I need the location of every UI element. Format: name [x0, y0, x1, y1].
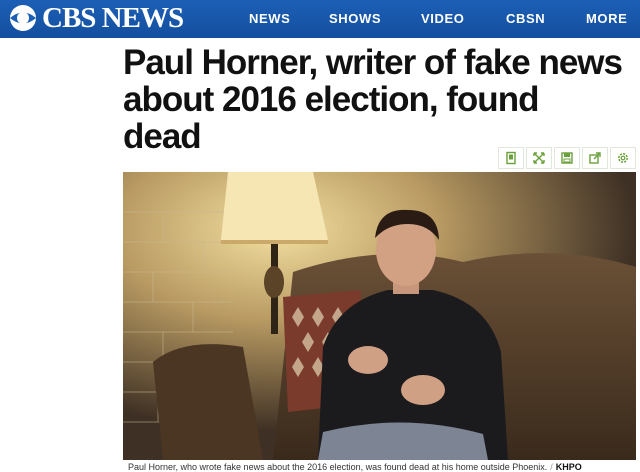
article-headline: Paul Horner, writer of fake news about 2…: [123, 43, 623, 156]
bookmark-button[interactable]: [498, 147, 524, 169]
settings-icon: [618, 153, 628, 163]
share-icon: [589, 152, 601, 164]
nav-item-shows[interactable]: SHOWS: [329, 11, 381, 26]
cbs-news-logo[interactable]: CBS NEWS: [8, 2, 184, 34]
settings-button[interactable]: [610, 147, 636, 169]
cbs-eye-icon: [10, 5, 36, 31]
nav-item-cbsn[interactable]: CBSN: [506, 11, 545, 26]
top-navigation-bar: CBS NEWS NEWS SHOWS VIDEO CBSN MORE: [0, 0, 640, 38]
brand-name: CBS NEWS: [42, 2, 184, 34]
expand-button[interactable]: [526, 147, 552, 169]
save-icon: [561, 152, 573, 164]
share-toolbar: [498, 147, 636, 171]
article-photo[interactable]: [123, 172, 636, 460]
save-button[interactable]: [554, 147, 580, 169]
interview-photo: [123, 172, 636, 460]
caption-text: Paul Horner, who wrote fake news about t…: [128, 462, 548, 472]
caption-separator: /: [550, 462, 553, 472]
expand-icon: [533, 152, 545, 164]
photo-credit: KHPO: [555, 462, 582, 472]
photo-caption: Paul Horner, who wrote fake news about t…: [128, 462, 638, 472]
nav-item-video[interactable]: VIDEO: [421, 11, 464, 26]
bookmark-icon: [506, 151, 516, 165]
nav-item-news[interactable]: NEWS: [249, 11, 290, 26]
share-button[interactable]: [582, 147, 608, 169]
nav-item-more[interactable]: MORE: [586, 11, 627, 26]
